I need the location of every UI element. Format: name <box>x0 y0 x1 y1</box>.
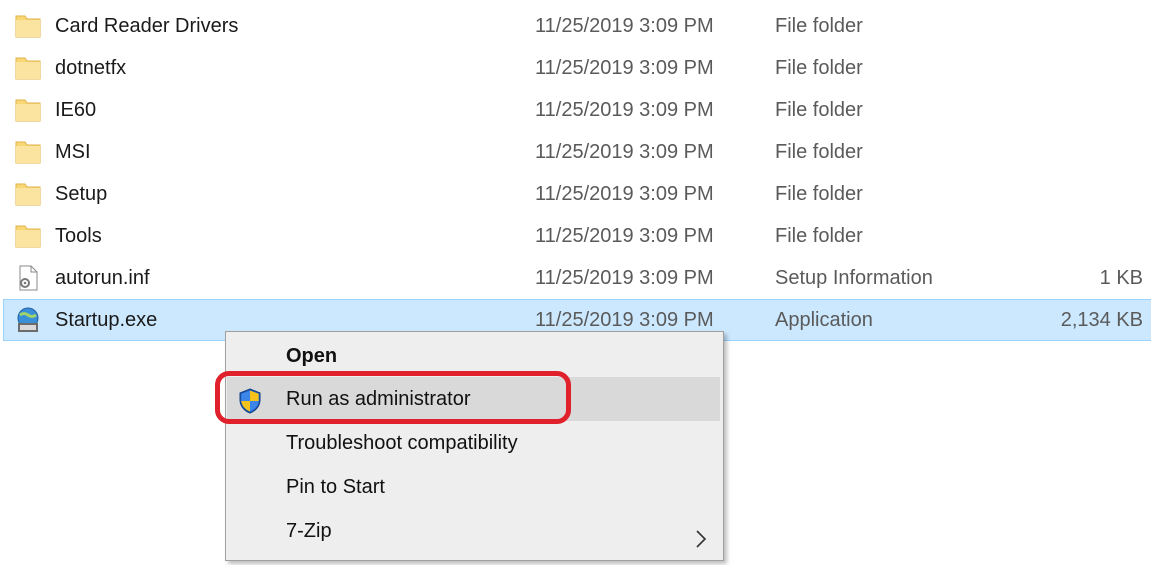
menu-item-label: Run as administrator <box>286 388 471 410</box>
file-date: 11/25/2019 3:09 PM <box>535 57 714 79</box>
chevron-right-icon <box>694 521 708 548</box>
file-date: 11/25/2019 3:09 PM <box>535 267 714 289</box>
file-row-ie60[interactable]: IE60 11/25/2019 3:09 PM File folder <box>0 89 1151 131</box>
file-date: 11/25/2019 3:09 PM <box>535 15 714 37</box>
file-name: MSI <box>55 141 91 163</box>
file-date: 11/25/2019 3:09 PM <box>535 225 714 247</box>
file-name: autorun.inf <box>55 267 150 289</box>
folder-icon <box>14 222 42 250</box>
file-type: File folder <box>775 57 863 79</box>
file-date: 11/25/2019 3:09 PM <box>535 183 714 205</box>
menu-item-run-as-administrator[interactable]: Run as administrator <box>227 377 720 421</box>
folder-icon <box>14 180 42 208</box>
file-type: File folder <box>775 183 863 205</box>
folder-icon <box>14 96 42 124</box>
file-row-setup[interactable]: Setup 11/25/2019 3:09 PM File folder <box>0 173 1151 215</box>
file-row-msi[interactable]: MSI 11/25/2019 3:09 PM File folder <box>0 131 1151 173</box>
menu-item-open[interactable]: Open <box>227 334 720 378</box>
menu-item-pin-to-start[interactable]: Pin to Start <box>227 465 720 509</box>
file-date: 11/25/2019 3:09 PM <box>535 141 714 163</box>
file-name: Setup <box>55 183 108 205</box>
file-list: Card Reader Drivers 11/25/2019 3:09 PM F… <box>0 5 1151 341</box>
file-name: IE60 <box>55 99 97 121</box>
file-size: 2,134 KB <box>1060 309 1143 331</box>
folder-icon <box>14 12 42 40</box>
file-size: 1 KB <box>1099 267 1143 289</box>
application-globe-icon <box>14 306 42 334</box>
file-date: 11/25/2019 3:09 PM <box>535 99 714 121</box>
file-name: dotnetfx <box>55 57 127 79</box>
menu-item-7-zip[interactable]: 7-Zip <box>227 509 720 553</box>
uac-shield-icon <box>237 386 263 414</box>
file-type: File folder <box>775 15 863 37</box>
file-row-dotnetfx[interactable]: dotnetfx 11/25/2019 3:09 PM File folder <box>0 47 1151 89</box>
file-name: Card Reader Drivers <box>55 15 239 37</box>
menu-item-label: Troubleshoot compatibility <box>286 432 518 454</box>
file-type: Setup Information <box>775 267 933 289</box>
settings-file-icon <box>14 264 42 292</box>
file-type: File folder <box>775 225 863 247</box>
folder-icon <box>14 138 42 166</box>
folder-icon <box>14 54 42 82</box>
file-name: Tools <box>55 225 102 247</box>
file-row-autorun-inf[interactable]: autorun.inf 11/25/2019 3:09 PM Setup Inf… <box>0 257 1151 299</box>
context-menu: Open Run as administrator Troubleshoot c… <box>225 331 724 561</box>
file-name: Startup.exe <box>55 309 158 331</box>
file-type: File folder <box>775 99 863 121</box>
menu-item-label: Pin to Start <box>286 476 385 498</box>
file-type: Application <box>775 309 873 331</box>
file-row-tools[interactable]: Tools 11/25/2019 3:09 PM File folder <box>0 215 1151 257</box>
file-type: File folder <box>775 141 863 163</box>
menu-item-label: 7-Zip <box>286 520 332 542</box>
menu-item-troubleshoot-compatibility[interactable]: Troubleshoot compatibility <box>227 421 720 465</box>
menu-item-label: Open <box>286 345 338 367</box>
file-row-card-reader-drivers[interactable]: Card Reader Drivers 11/25/2019 3:09 PM F… <box>0 5 1151 47</box>
